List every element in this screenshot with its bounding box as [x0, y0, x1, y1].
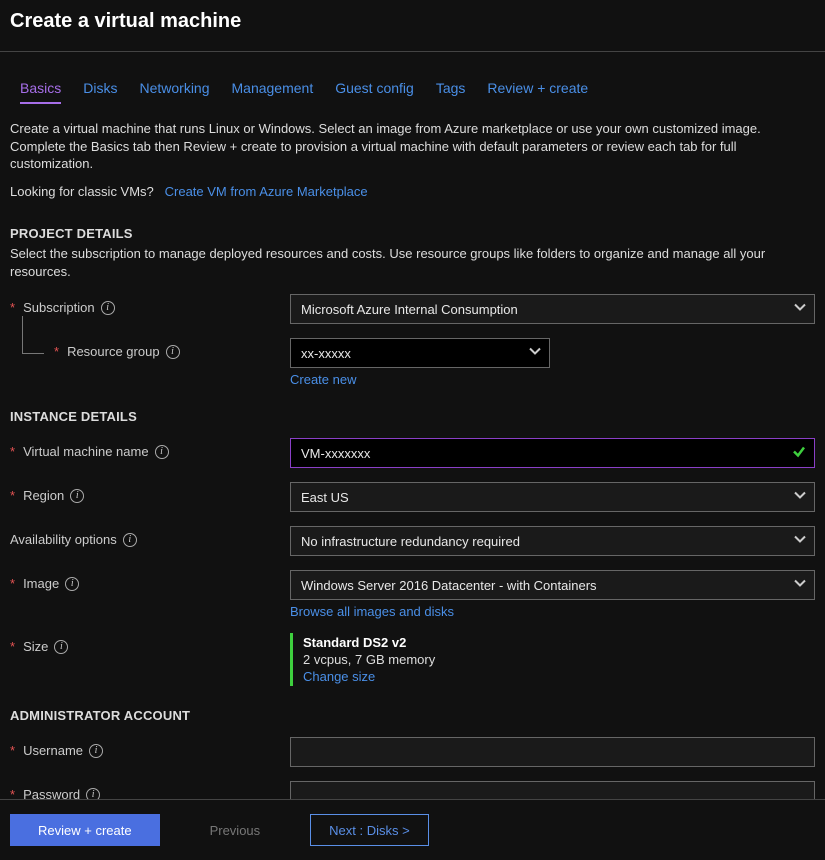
chevron-down-icon	[794, 578, 806, 593]
info-icon[interactable]: i	[155, 445, 169, 459]
resource-group-select[interactable]: xx-xxxxx	[290, 338, 550, 368]
image-select[interactable]: Windows Server 2016 Datacenter - with Co…	[290, 570, 815, 600]
required-marker: *	[10, 488, 15, 503]
info-icon[interactable]: i	[101, 301, 115, 315]
password-label: Password	[23, 787, 80, 799]
info-icon[interactable]: i	[89, 744, 103, 758]
required-marker: *	[54, 344, 59, 359]
chevron-down-icon	[794, 534, 806, 549]
size-name: Standard DS2 v2	[303, 635, 815, 650]
region-label: Region	[23, 488, 64, 503]
availability-select[interactable]: No infrastructure redundancy required	[290, 526, 815, 556]
indent-connector	[22, 316, 44, 354]
section-instance-title: INSTANCE DETAILS	[10, 409, 815, 424]
required-marker: *	[10, 639, 15, 654]
footer-bar: Review + create Previous Next : Disks >	[0, 799, 825, 860]
page-header: Create a virtual machine	[0, 0, 825, 52]
review-create-button[interactable]: Review + create	[10, 814, 160, 846]
size-spec: 2 vcpus, 7 GB memory	[303, 652, 815, 667]
intro-classic-row: Looking for classic VMs? Create VM from …	[10, 177, 815, 205]
subscription-select[interactable]: Microsoft Azure Internal Consumption	[290, 294, 815, 324]
resource-group-label: Resource group	[67, 344, 160, 359]
change-size-link[interactable]: Change size	[303, 669, 815, 684]
tab-guest-config[interactable]: Guest config	[335, 80, 414, 104]
section-project-title: PROJECT DETAILS	[10, 226, 815, 241]
browse-images-link[interactable]: Browse all images and disks	[290, 604, 815, 619]
tab-management[interactable]: Management	[232, 80, 314, 104]
tab-networking[interactable]: Networking	[139, 80, 209, 104]
info-icon[interactable]: i	[86, 788, 100, 799]
info-icon[interactable]: i	[65, 577, 79, 591]
required-marker: *	[10, 444, 15, 459]
region-value: East US	[301, 490, 349, 505]
availability-label: Availability options	[10, 532, 117, 547]
check-icon	[792, 445, 806, 462]
tab-review-create[interactable]: Review + create	[487, 80, 588, 104]
vm-name-label: Virtual machine name	[23, 444, 149, 459]
availability-value: No infrastructure redundancy required	[301, 534, 520, 549]
create-new-resource-group-link[interactable]: Create new	[290, 372, 815, 387]
required-marker: *	[10, 576, 15, 591]
vm-name-input[interactable]: VM-xxxxxxx	[290, 438, 815, 468]
username-label: Username	[23, 743, 83, 758]
subscription-value: Microsoft Azure Internal Consumption	[301, 302, 518, 317]
resource-group-value: xx-xxxxx	[301, 346, 351, 361]
info-icon[interactable]: i	[54, 640, 68, 654]
section-admin-title: ADMINISTRATOR ACCOUNT	[10, 708, 815, 723]
page-title: Create a virtual machine	[10, 10, 815, 33]
intro-text: Create a virtual machine that runs Linux…	[10, 112, 815, 177]
tab-basics[interactable]: Basics	[20, 80, 61, 104]
tabs: Basics Disks Networking Management Guest…	[10, 52, 815, 112]
size-label: Size	[23, 639, 48, 654]
required-marker: *	[10, 300, 15, 315]
image-label: Image	[23, 576, 59, 591]
password-input[interactable]	[290, 781, 815, 799]
intro-classic-prefix: Looking for classic VMs?	[10, 184, 154, 199]
chevron-down-icon	[794, 302, 806, 317]
region-select[interactable]: East US	[290, 482, 815, 512]
username-input[interactable]	[290, 737, 815, 767]
create-vm-marketplace-link[interactable]: Create VM from Azure Marketplace	[165, 184, 368, 199]
image-value: Windows Server 2016 Datacenter - with Co…	[301, 578, 597, 593]
info-icon[interactable]: i	[70, 489, 84, 503]
next-disks-button[interactable]: Next : Disks >	[310, 814, 429, 846]
info-icon[interactable]: i	[166, 345, 180, 359]
tab-disks[interactable]: Disks	[83, 80, 117, 104]
required-marker: *	[10, 743, 15, 758]
subscription-label: Subscription	[23, 300, 95, 315]
previous-button[interactable]: Previous	[182, 814, 289, 846]
chevron-down-icon	[529, 346, 541, 361]
section-project-desc: Select the subscription to manage deploy…	[10, 245, 815, 280]
vm-name-value: VM-xxxxxxx	[301, 446, 370, 461]
info-icon[interactable]: i	[123, 533, 137, 547]
required-marker: *	[10, 787, 15, 799]
tab-tags[interactable]: Tags	[436, 80, 466, 104]
size-block: Standard DS2 v2 2 vcpus, 7 GB memory Cha…	[290, 633, 815, 686]
chevron-down-icon	[794, 490, 806, 505]
